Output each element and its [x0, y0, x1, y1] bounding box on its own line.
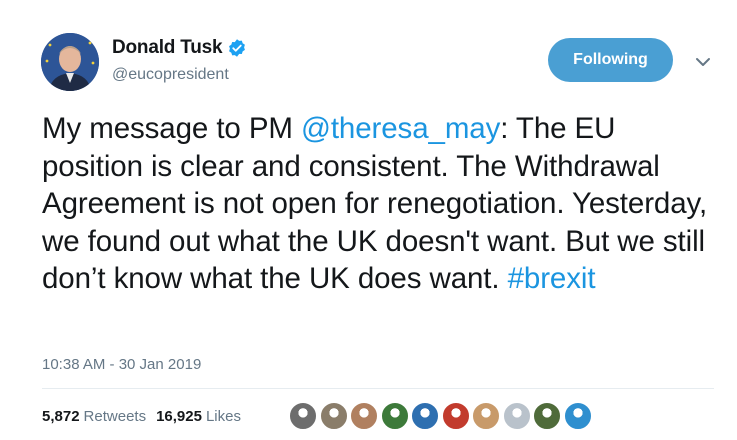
tweet-timestamp[interactable]: 10:38 AM - 30 Jan 2019	[42, 356, 201, 373]
liker-avatar-7[interactable]	[472, 402, 500, 430]
liker-avatar-3[interactable]	[350, 402, 378, 430]
tweet-text: My message to PM @theresa_may: The EU po…	[42, 110, 712, 298]
liker-avatar-1[interactable]	[289, 402, 317, 430]
tweet-text-part: My message to PM	[42, 112, 301, 145]
liker-avatar-5[interactable]	[411, 402, 439, 430]
likes-count: 16,925	[156, 408, 202, 425]
liker-avatar-4[interactable]	[380, 402, 409, 430]
avatar-image	[41, 33, 99, 91]
liker-avatar-2[interactable]	[319, 402, 348, 430]
chevron-down-icon[interactable]	[695, 55, 711, 67]
likers-avatar-list	[289, 402, 594, 430]
retweets-label: Retweets	[83, 408, 147, 425]
hashtag-link[interactable]: #brexit	[508, 262, 596, 295]
author-avatar[interactable]	[41, 33, 99, 91]
retweets-stat[interactable]: 5,872 Retweets	[42, 408, 146, 425]
liker-avatar-8[interactable]	[502, 402, 531, 430]
following-button[interactable]: Following	[548, 38, 673, 82]
tweet-stats: 5,872 Retweets 16,925 Likes	[42, 408, 251, 425]
likes-stat[interactable]: 16,925 Likes	[156, 408, 241, 425]
liker-avatar-10[interactable]	[563, 402, 592, 430]
verified-badge-icon	[227, 38, 247, 58]
liker-avatar-9[interactable]	[533, 402, 561, 430]
liker-avatar-6[interactable]	[441, 402, 470, 430]
author-handle[interactable]: @eucopresident	[112, 66, 229, 84]
tweet-card: Donald Tusk @eucopresident Following My …	[0, 0, 737, 440]
author-name-row: Donald Tusk	[112, 36, 247, 60]
retweets-count: 5,872	[42, 408, 80, 425]
mention-link[interactable]: @theresa_may	[301, 112, 500, 145]
author-name[interactable]: Donald Tusk	[112, 37, 223, 59]
divider	[42, 388, 714, 389]
likes-label: Likes	[205, 408, 241, 425]
